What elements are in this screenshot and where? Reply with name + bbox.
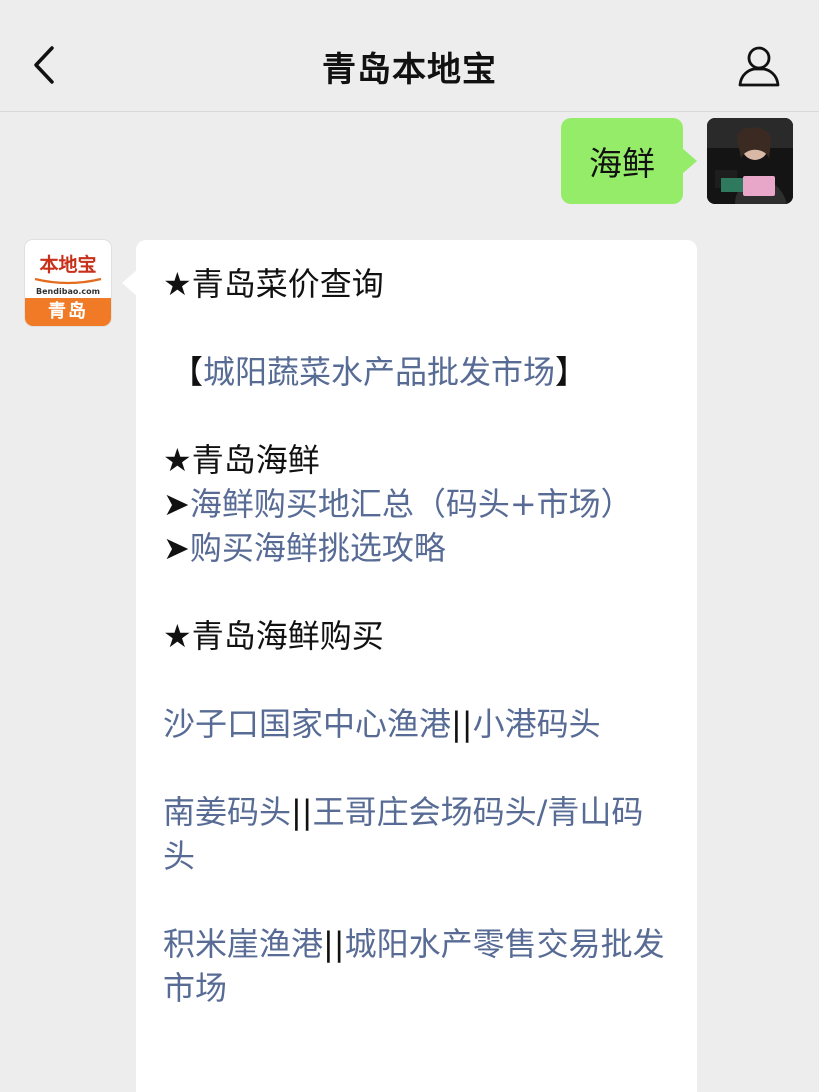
outgoing-message-bubble[interactable]: 海鲜 (561, 118, 697, 204)
incoming-message-bubble: ★青岛菜价查询 【城阳蔬菜水产品批发市场】 ★青岛海鲜 ➤海鲜购买地汇总（码头+… (122, 240, 697, 1092)
link-shazikou[interactable]: 沙子口国家中心渔港 (163, 705, 451, 743)
link-jimiya[interactable]: 积米崖渔港 (163, 925, 323, 963)
chat-screen: 青岛本地宝 海鲜 本地宝 Bendibao.com 青岛 ★青岛菜价查询 【城阳… (0, 0, 819, 1092)
market-link-row: 【城阳蔬菜水产品批发市场】 (163, 350, 669, 394)
separator: || (451, 705, 473, 743)
link-chengyang-market[interactable]: 城阳蔬菜水产品批发市场 (203, 353, 555, 391)
port-row-3: 积米崖渔港||城阳水产零售交易批发市场 (163, 922, 669, 1010)
section-title-price: ★青岛菜价查询 (163, 265, 384, 303)
link-nanjiang[interactable]: 南姜码头 (163, 793, 291, 831)
logo-main-text: 本地宝 (39, 254, 97, 276)
arrow-icon: ➤ (163, 485, 190, 523)
where-to-buy-row: ➤海鲜购买地汇总（码头+市场） (163, 482, 669, 526)
separator: || (323, 925, 345, 963)
chat-title: 青岛本地宝 (322, 50, 497, 90)
logo-city-text: 青岛 (25, 298, 111, 326)
logo-sub-text: Bendibao.com (36, 287, 100, 296)
port-row-1: 沙子口国家中心渔港||小港码头 (163, 702, 669, 746)
outgoing-message-text: 海鲜 (589, 144, 655, 183)
separator: || (291, 793, 313, 831)
profile-icon[interactable] (735, 42, 783, 90)
bendibao-logo: 本地宝 Bendibao.com (25, 240, 111, 298)
user-avatar[interactable] (707, 118, 793, 204)
link-where-to-buy[interactable]: 海鲜购买地汇总（码头+市场） (190, 485, 633, 523)
bracket-open: 【 (171, 353, 204, 391)
bracket-close: 】 (555, 353, 588, 391)
port-row-2: 南姜码头||王哥庄会场码头/青山码头 (163, 790, 669, 878)
nav-bar: 青岛本地宝 (0, 0, 819, 112)
tips-row: ➤购买海鲜挑选攻略 (163, 526, 669, 570)
link-buying-tips[interactable]: 购买海鲜挑选攻略 (190, 529, 446, 567)
link-xiaogang[interactable]: 小港码头 (473, 705, 601, 743)
section-title-seafood: ★青岛海鲜 (163, 441, 320, 479)
bot-avatar[interactable]: 本地宝 Bendibao.com 青岛 (25, 240, 111, 326)
arrow-icon: ➤ (163, 529, 190, 567)
section-title-seafood-purchase: ★青岛海鲜购买 (163, 617, 384, 655)
